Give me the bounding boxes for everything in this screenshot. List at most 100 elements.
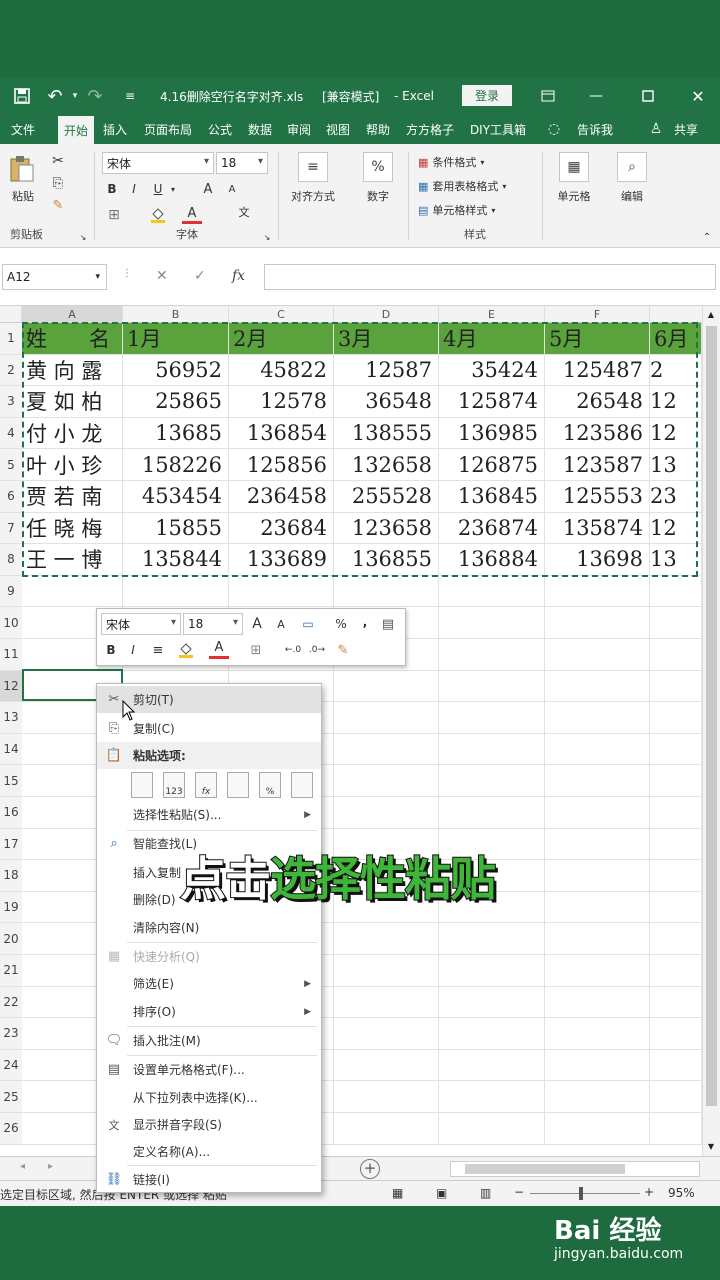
paste-default-icon[interactable] [131, 772, 153, 798]
empty-cell[interactable] [650, 1018, 702, 1050]
table-header-cell[interactable]: 2月 [229, 323, 334, 355]
empty-cell[interactable] [334, 955, 439, 987]
row-header[interactable]: 4 [0, 417, 22, 450]
fill-color-icon[interactable] [148, 206, 168, 224]
font-color-icon[interactable]: A [182, 206, 202, 224]
empty-cell[interactable] [334, 797, 439, 829]
name-box[interactable]: A12 ▾ [2, 264, 107, 290]
empty-cell[interactable] [334, 923, 439, 955]
value-cell[interactable]: 135874 [545, 512, 650, 545]
name-cell[interactable]: 付 小 龙 [22, 417, 123, 450]
empty-cell[interactable] [545, 639, 650, 671]
bold-button[interactable]: B [104, 180, 120, 198]
insert-function-icon[interactable]: fx [232, 268, 245, 284]
tab-help[interactable]: 帮助 [360, 114, 396, 144]
number-button[interactable]: 数字 [350, 188, 406, 204]
border-icon[interactable]: ⊞ [104, 206, 124, 224]
menu-item-insert-comment[interactable]: 🗨 插入批注(M) [97, 1027, 321, 1054]
table-header-cell[interactable]: 1月 [123, 323, 229, 355]
customize-qat-icon[interactable]: ≡ [120, 78, 140, 114]
empty-cell[interactable] [545, 1049, 650, 1082]
value-cell[interactable]: 12578 [229, 386, 334, 418]
empty-cell[interactable] [334, 765, 439, 797]
paste-link-icon[interactable] [291, 772, 313, 798]
cells-icon[interactable]: ▦ [559, 152, 589, 182]
empty-cell[interactable] [334, 575, 439, 608]
scroll-up-icon[interactable]: ▲ [705, 310, 717, 320]
name-cell[interactable]: 黄 向 露 [22, 354, 123, 387]
empty-cell[interactable] [439, 1113, 545, 1145]
empty-cell[interactable] [22, 575, 123, 608]
empty-cell[interactable] [439, 923, 545, 955]
dialog-launcher-icon[interactable]: ↘ [78, 232, 88, 242]
value-cell[interactable]: 12 [650, 417, 702, 450]
empty-cell[interactable] [439, 670, 545, 703]
menu-item-paste-special[interactable]: 选择性粘贴(S)... ▶ [97, 801, 321, 828]
row-header[interactable]: 11 [0, 639, 22, 671]
menu-item-phonetic[interactable]: 文显示拼音字段(S) [97, 1111, 321, 1138]
italic-button[interactable]: I [126, 180, 142, 198]
value-cell[interactable]: 236874 [439, 512, 545, 545]
empty-cell[interactable] [439, 1081, 545, 1113]
page-layout-view-icon[interactable]: ▣ [436, 1186, 447, 1200]
row-header[interactable]: 8 [0, 544, 22, 576]
tab-page-layout[interactable]: 页面布局 [138, 114, 198, 144]
share-button[interactable]: 共享 [666, 114, 706, 144]
empty-cell[interactable] [439, 575, 545, 608]
empty-cell[interactable] [439, 733, 545, 766]
format-painter-icon[interactable]: ✎ [48, 196, 68, 214]
zoom-in-icon[interactable]: + [644, 1185, 654, 1199]
maximize-icon[interactable] [636, 78, 660, 114]
empty-cell[interactable] [545, 575, 650, 608]
empty-cell[interactable] [650, 1081, 702, 1113]
empty-cell[interactable] [439, 1018, 545, 1050]
empty-cell[interactable] [439, 639, 545, 671]
paste-button-label[interactable]: 粘贴 [6, 188, 40, 204]
row-header[interactable]: 23 [0, 1018, 22, 1050]
value-cell[interactable]: 123587 [545, 449, 650, 481]
empty-cell[interactable] [650, 955, 702, 987]
tab-file[interactable]: 文件 [4, 114, 42, 144]
empty-cell[interactable] [650, 733, 702, 766]
value-cell[interactable]: 136854 [229, 417, 334, 450]
value-cell[interactable]: 15855 [123, 512, 229, 545]
empty-cell[interactable] [334, 1018, 439, 1050]
horizontal-scrollbar[interactable] [450, 1161, 700, 1177]
menu-item-link[interactable]: ⛓ 链接(I) [97, 1166, 321, 1193]
decrease-decimal-icon[interactable]: .0→ [307, 641, 327, 659]
tab-insert[interactable]: 插入 [98, 114, 132, 144]
row-header[interactable]: 14 [0, 733, 22, 766]
tab-formulas[interactable]: 公式 [202, 114, 238, 144]
value-cell[interactable]: 123658 [334, 512, 439, 545]
close-icon[interactable]: ✕ [686, 78, 710, 114]
cut-icon[interactable]: ✂ [48, 152, 68, 170]
empty-cell[interactable] [545, 1018, 650, 1050]
empty-cell[interactable] [545, 923, 650, 955]
empty-cell[interactable] [334, 986, 439, 1019]
row-header[interactable]: 12 [0, 670, 22, 703]
empty-cell[interactable] [229, 575, 334, 608]
row-header[interactable]: 2 [0, 354, 22, 387]
undo-icon[interactable]: ↶ [42, 78, 68, 114]
menu-item-clear-contents[interactable]: 清除内容(N) [97, 914, 321, 941]
next-sheet-icon[interactable]: ▸ [48, 1161, 53, 1172]
value-cell[interactable]: 23 [650, 481, 702, 513]
save-icon[interactable] [10, 78, 34, 114]
formula-input[interactable] [264, 264, 716, 290]
search-icon[interactable]: ⌕ [617, 152, 647, 182]
row-header[interactable]: 16 [0, 797, 22, 829]
value-cell[interactable]: 45822 [229, 354, 334, 387]
percent-button[interactable]: % [333, 615, 349, 633]
menu-item-filter[interactable]: 筛选(E) ▶ [97, 970, 321, 997]
value-cell[interactable]: 12587 [334, 354, 439, 387]
row-header[interactable]: 9 [0, 575, 22, 608]
phonetic-icon[interactable]: 文 [234, 202, 254, 224]
accounting-format-icon[interactable]: ▭ [297, 615, 319, 633]
value-cell[interactable]: 133689 [229, 544, 334, 576]
cells-button[interactable]: 单元格 [544, 188, 604, 204]
row-header[interactable]: 6 [0, 481, 22, 513]
table-header-cell[interactable]: 姓 名 [22, 323, 123, 355]
empty-cell[interactable] [439, 765, 545, 797]
row-header[interactable]: 3 [0, 386, 22, 418]
collapse-ribbon-icon[interactable]: ⌃ [700, 230, 714, 244]
